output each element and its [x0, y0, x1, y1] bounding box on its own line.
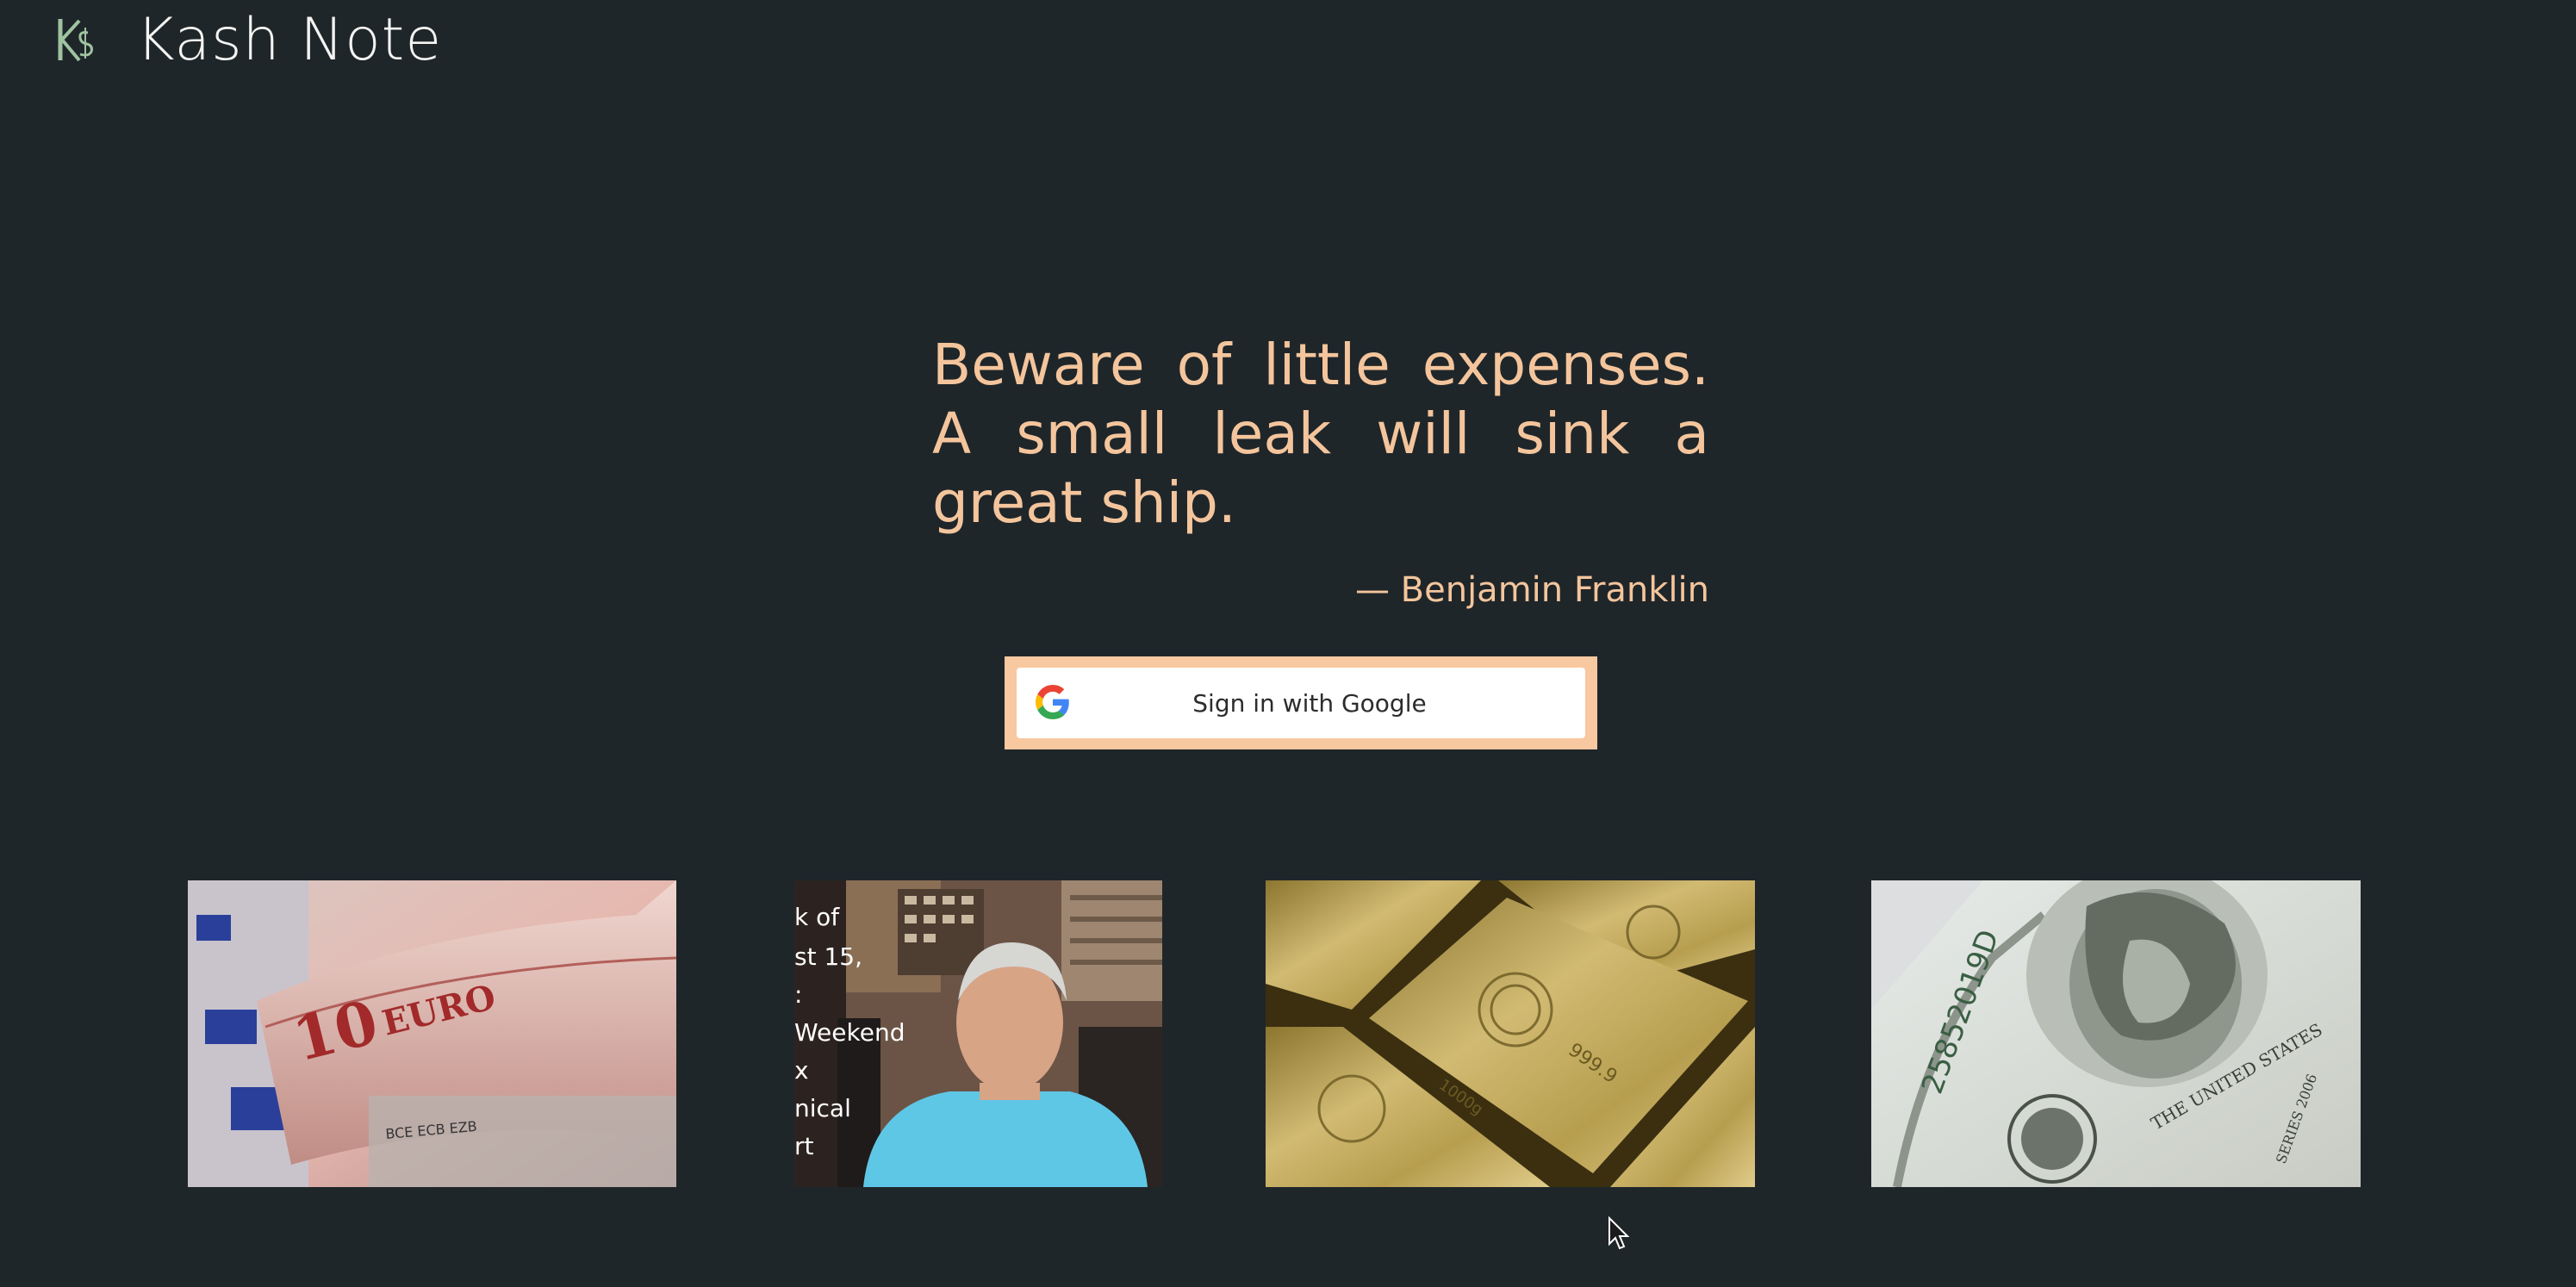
video-overlay-line: : [794, 980, 802, 1009]
video-overlay-line: rt [794, 1132, 814, 1160]
video-overlay-line: nical [794, 1094, 851, 1122]
quote-text: Beware of little expenses. A small leak … [932, 332, 1709, 536]
signin-frame: Sign in with Google [1005, 656, 1597, 749]
euro-notes-image[interactable]: 10 EURO BCE ECB EZB [188, 880, 676, 1187]
video-overlay-line: k of [794, 903, 840, 931]
signin-label: Sign in with Google [1192, 688, 1427, 718]
page: Kash Note Beware of little expenses. A s… [0, 0, 2576, 1287]
video-thumbnail[interactable]: k of st 15, : Weekend x nical rt [794, 880, 1162, 1187]
google-signin-button[interactable]: Sign in with Google [1017, 668, 1585, 738]
mouse-cursor-icon [1608, 1216, 1630, 1250]
ks-logo-icon[interactable] [53, 14, 96, 65]
video-overlay-line: x [794, 1056, 809, 1085]
video-overlay-line: Weekend [794, 1018, 905, 1047]
quote-author: — Benjamin Franklin [1354, 570, 1709, 610]
video-overlay-line: st 15, [794, 942, 862, 971]
image-gallery: 10 EURO BCE ECB EZB k of st 15,: Weeken… [0, 880, 2576, 1189]
dollar-bill-image[interactable]: 25852019D THE UNITED STATES SERIES 2006 [1871, 880, 2361, 1187]
quote-block: Beware of little expenses. A small leak … [932, 331, 1709, 610]
google-icon [1036, 685, 1069, 719]
header: Kash Note [53, 0, 442, 79]
app-title: Kash Note [136, 5, 443, 74]
gold-bars-image[interactable]: 999.9 1000g [1266, 880, 1755, 1187]
